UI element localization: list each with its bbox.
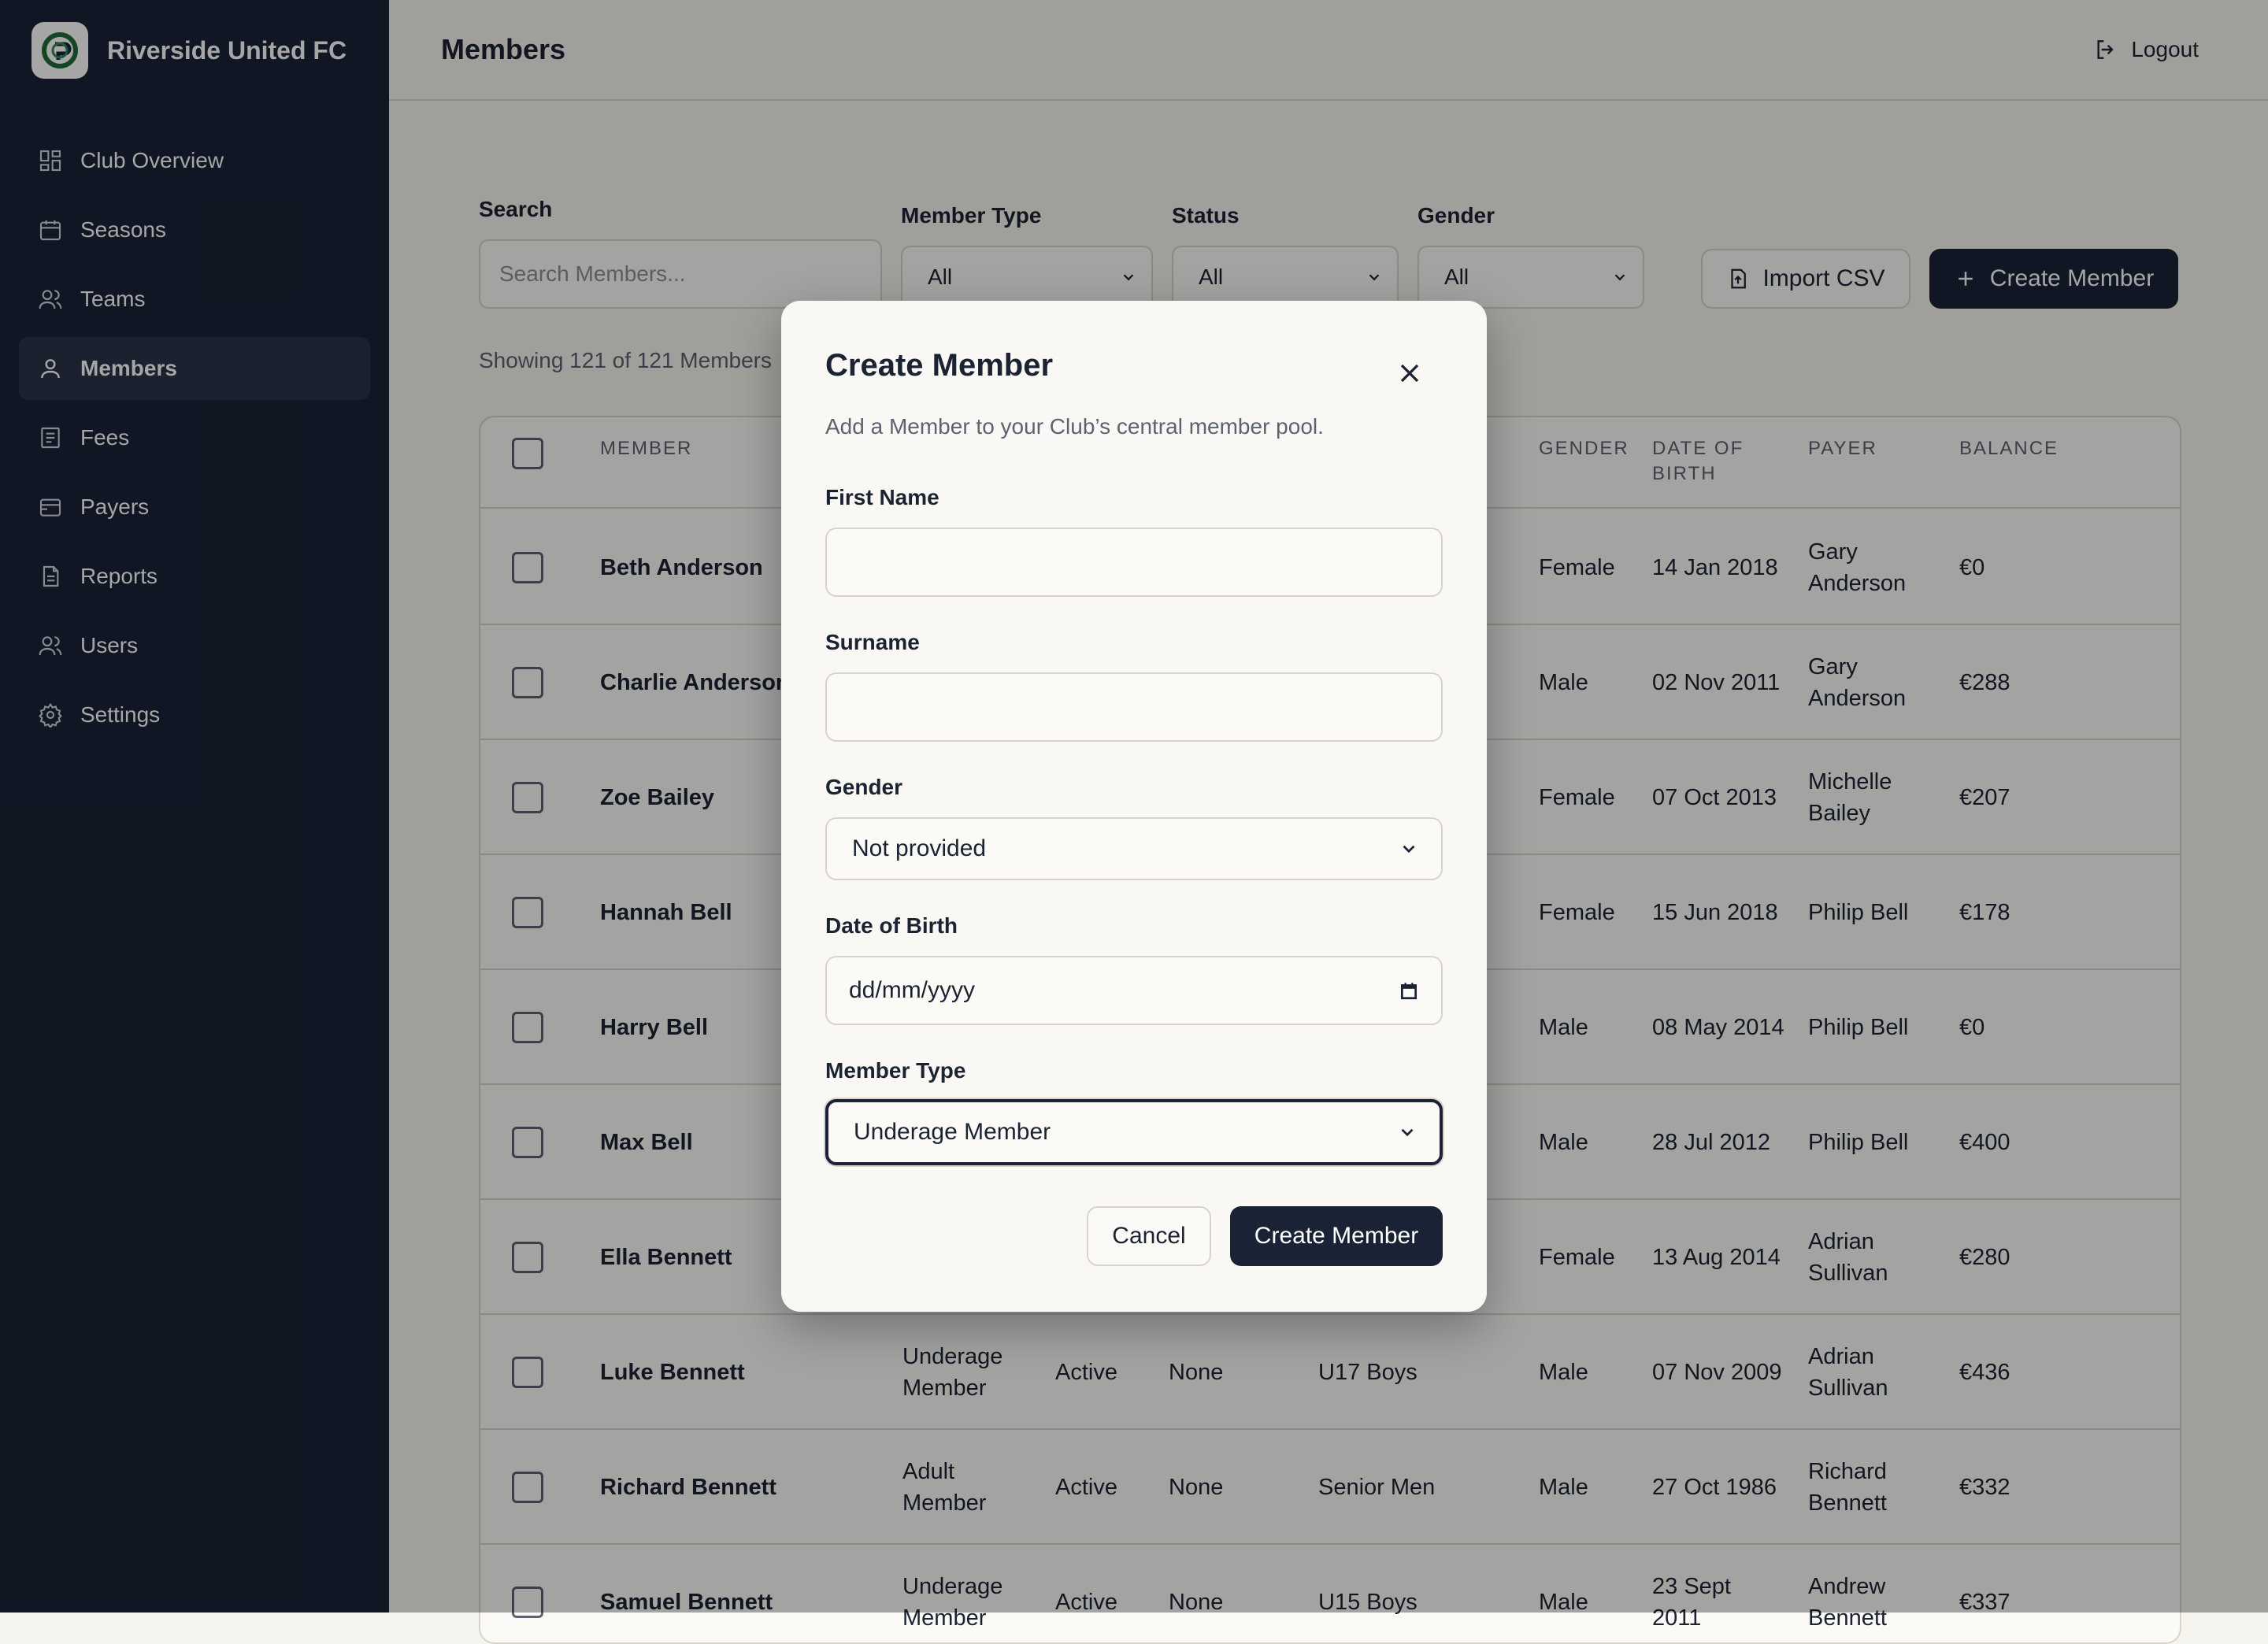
close-button[interactable] [1394,357,1425,389]
submit-create-member-button[interactable]: Create Member [1230,1206,1443,1266]
first-name-label: First Name [825,485,939,509]
dob-field[interactable]: dd/mm/yyyy [825,956,1443,1025]
member-type-label: Member Type [825,1058,966,1083]
dob-field-value: dd/mm/yyyy [849,977,976,1003]
member-type-select[interactable]: Underage Member [825,1099,1443,1165]
cancel-button[interactable]: Cancel [1087,1206,1211,1266]
gender-select[interactable]: Not provided [825,817,1443,880]
surname-label: Surname [825,630,920,654]
create-member-modal: Create Member Add a Member to your Club’… [781,301,1487,1312]
surname-field[interactable] [825,672,1443,742]
chevron-down-icon [1403,845,1415,853]
gender-select-value: Not provided [852,835,987,861]
modal-title: Create Member [825,348,1054,383]
modal-description: Add a Member to your Club’s central memb… [825,414,1324,439]
dob-label: Date of Birth [825,913,958,938]
member-type-select-value: Underage Member [854,1119,1051,1145]
first-name-field[interactable] [825,528,1443,597]
close-icon [1400,364,1419,383]
calendar-icon[interactable] [1399,980,1419,1001]
gender-label: Gender [825,775,903,799]
chevron-down-icon [1401,1128,1414,1137]
